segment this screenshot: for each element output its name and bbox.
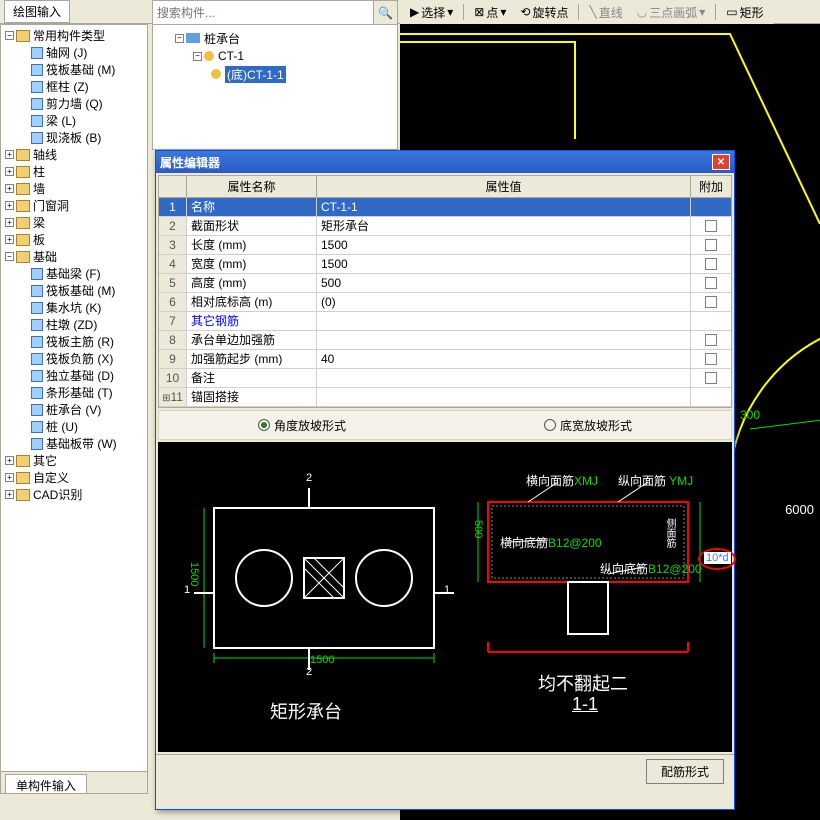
property-row[interactable]: 7其它钢筋 bbox=[159, 312, 731, 331]
tree-folder[interactable]: +其它 bbox=[3, 452, 145, 469]
mid-tree-leaf-selected[interactable]: (底)CT-1-1 bbox=[157, 65, 393, 83]
line-tool[interactable]: ╲ 直线 bbox=[583, 2, 628, 23]
extra-checkbox[interactable] bbox=[705, 353, 717, 365]
tree-leaf[interactable]: 基础板带 (W) bbox=[3, 435, 145, 452]
property-grid: 属性名称 属性值 附加 1名称CT-1-12截面形状矩形承台3长度 (mm)15… bbox=[158, 175, 732, 408]
plan-length: 1500 bbox=[310, 654, 334, 666]
tree-leaf[interactable]: 桩 (U) bbox=[3, 418, 145, 435]
tree-leaf[interactable]: 框柱 (Z) bbox=[3, 78, 145, 95]
property-row[interactable]: 9加强筋起步 (mm)40 bbox=[159, 350, 731, 369]
col-value: 属性值 bbox=[317, 176, 691, 197]
radio-angle-slope[interactable]: 角度放坡形式 bbox=[258, 417, 346, 434]
extra-checkbox[interactable] bbox=[705, 277, 717, 289]
property-row[interactable]: 2截面形状矩形承台 bbox=[159, 217, 731, 236]
section-mark-1r: 1 bbox=[444, 584, 450, 596]
left-panel: −常用构件类型 轴网 (J) 筏板基础 (M) 框柱 (Z) 剪力墙 (Q) 梁… bbox=[0, 24, 148, 794]
mid-tree-root[interactable]: −桩承台 bbox=[157, 29, 393, 47]
label-10d: 10*d bbox=[704, 552, 731, 564]
tree-folder[interactable]: +门窗洞 bbox=[3, 197, 145, 214]
grid-header: 属性名称 属性值 附加 bbox=[159, 176, 731, 198]
property-editor-dialog: 属性编辑器 ✕ 属性名称 属性值 附加 1名称CT-1-12截面形状矩形承台3长… bbox=[155, 150, 735, 810]
tree-folder[interactable]: +柱 bbox=[3, 163, 145, 180]
property-row[interactable]: 11锚固搭接 bbox=[159, 388, 731, 407]
property-row[interactable]: 6相对底标高 (m)(0) bbox=[159, 293, 731, 312]
property-row[interactable]: 5高度 (mm)500 bbox=[159, 274, 731, 293]
tree-leaf[interactable]: 筏板主筋 (R) bbox=[3, 333, 145, 350]
cad-dimension-6000: 6000 bbox=[785, 502, 814, 517]
label-zxdj: 纵向底筋B12@200 bbox=[600, 560, 702, 577]
tree-leaf[interactable]: 集水坑 (K) bbox=[3, 299, 145, 316]
search-button[interactable]: 🔍 bbox=[373, 1, 397, 24]
tree-leaf[interactable]: 梁 (L) bbox=[3, 112, 145, 129]
label-zxmj: 纵向面筋 YMJ bbox=[618, 472, 693, 489]
search-input[interactable] bbox=[153, 1, 373, 24]
property-row[interactable]: 4宽度 (mm)1500 bbox=[159, 255, 731, 274]
label-hxmj: 横向面筋XMJ bbox=[526, 472, 598, 489]
tree-folder[interactable]: +墙 bbox=[3, 180, 145, 197]
tree-leaf[interactable]: 筏板负筋 (X) bbox=[3, 350, 145, 367]
tree-leaf[interactable]: 柱墩 (ZD) bbox=[3, 316, 145, 333]
tree-leaf[interactable]: 独立基础 (D) bbox=[3, 367, 145, 384]
tree-leaf[interactable]: 条形基础 (T) bbox=[3, 384, 145, 401]
cad-toolbar: ▶ 选择 ▾ ⊠ 点 ▾ ⟲ 旋转点 ╲ 直线 ◡ 三点画弧 ▾ ▭ 矩形 bbox=[400, 0, 774, 24]
slope-mode-row: 角度放坡形式 底宽放坡形式 bbox=[158, 410, 732, 440]
label-hxdj: 横向底筋B12@200 bbox=[500, 534, 602, 551]
col-extra: 附加 bbox=[691, 176, 731, 197]
arc-tool[interactable]: ◡ 三点画弧 ▾ bbox=[631, 2, 712, 23]
dialog-bottom-bar: 配筋形式 bbox=[156, 754, 734, 788]
svg-text:300: 300 bbox=[740, 408, 760, 422]
radio-width-slope[interactable]: 底宽放坡形式 bbox=[544, 417, 632, 434]
rotate-point-tool[interactable]: ⟲ 旋转点 bbox=[514, 2, 574, 23]
tree-folder[interactable]: +板 bbox=[3, 231, 145, 248]
tree-leaf[interactable]: 桩承台 (V) bbox=[3, 401, 145, 418]
tree-root[interactable]: −常用构件类型 bbox=[3, 27, 145, 44]
property-row[interactable]: 10备注 bbox=[159, 369, 731, 388]
extra-checkbox[interactable] bbox=[705, 334, 717, 346]
tree-leaf[interactable]: 剪力墙 (Q) bbox=[3, 95, 145, 112]
tree-foundation[interactable]: −基础 bbox=[3, 248, 145, 265]
section-title-2: 1-1 bbox=[572, 694, 598, 715]
top-tab[interactable]: 绘图输入 bbox=[4, 0, 70, 23]
col-name: 属性名称 bbox=[187, 176, 317, 197]
extra-checkbox[interactable] bbox=[705, 258, 717, 270]
rect-tool[interactable]: ▭ 矩形 bbox=[720, 2, 769, 23]
left-bottom-tabs: 单构件输入 bbox=[1, 771, 147, 793]
property-row[interactable]: 3长度 (mm)1500 bbox=[159, 236, 731, 255]
rebar-form-button[interactable]: 配筋形式 bbox=[646, 759, 724, 784]
tree-folder[interactable]: +轴线 bbox=[3, 146, 145, 163]
single-component-tab[interactable]: 单构件输入 bbox=[5, 774, 87, 794]
tree-leaf[interactable]: 基础梁 (F) bbox=[3, 265, 145, 282]
section-mark-2t: 2 bbox=[306, 472, 312, 484]
extra-checkbox[interactable] bbox=[705, 372, 717, 384]
property-row[interactable]: 1名称CT-1-1 bbox=[159, 198, 731, 217]
section-h500: 500 bbox=[472, 520, 484, 538]
dialog-title: 属性编辑器 bbox=[160, 154, 220, 171]
tree-leaf[interactable]: 筏板基础 (M) bbox=[3, 282, 145, 299]
extra-checkbox[interactable] bbox=[705, 239, 717, 251]
extra-checkbox[interactable] bbox=[705, 296, 717, 308]
mid-tree-child[interactable]: −CT-1 bbox=[157, 47, 393, 65]
tree-folder[interactable]: +CAD识别 bbox=[3, 486, 145, 503]
tree-leaf[interactable]: 筏板基础 (M) bbox=[3, 61, 145, 78]
extra-checkbox[interactable] bbox=[705, 220, 717, 232]
tree-leaf[interactable]: 轴网 (J) bbox=[3, 44, 145, 61]
property-row[interactable]: 8承台单边加强筋 bbox=[159, 331, 731, 350]
close-icon[interactable]: ✕ bbox=[712, 154, 730, 170]
plan-title: 矩形承台 bbox=[270, 698, 342, 724]
label-cmj: 侧面筋 bbox=[662, 518, 677, 548]
component-selector-panel: 🔍 −桩承台 −CT-1 (底)CT-1-1 bbox=[152, 0, 398, 150]
tree-folder[interactable]: +梁 bbox=[3, 214, 145, 231]
tree-folder[interactable]: +自定义 bbox=[3, 469, 145, 486]
diagram-area: 1 1 2 2 1500 1500 矩形承台 横向面筋XMJ 纵向面筋 YMJ … bbox=[158, 442, 732, 752]
component-tree: −常用构件类型 轴网 (J) 筏板基础 (M) 框柱 (Z) 剪力墙 (Q) 梁… bbox=[1, 25, 147, 505]
section-mark-2b: 2 bbox=[306, 666, 312, 678]
select-tool[interactable]: ▶ 选择 ▾ bbox=[404, 2, 459, 23]
point-tool[interactable]: ⊠ 点 ▾ bbox=[468, 2, 512, 23]
plan-height: 1500 bbox=[188, 562, 200, 586]
dialog-titlebar[interactable]: 属性编辑器 ✕ bbox=[156, 151, 734, 173]
tree-leaf[interactable]: 现浇板 (B) bbox=[3, 129, 145, 146]
section-title-1: 均不翻起二 bbox=[538, 670, 628, 696]
